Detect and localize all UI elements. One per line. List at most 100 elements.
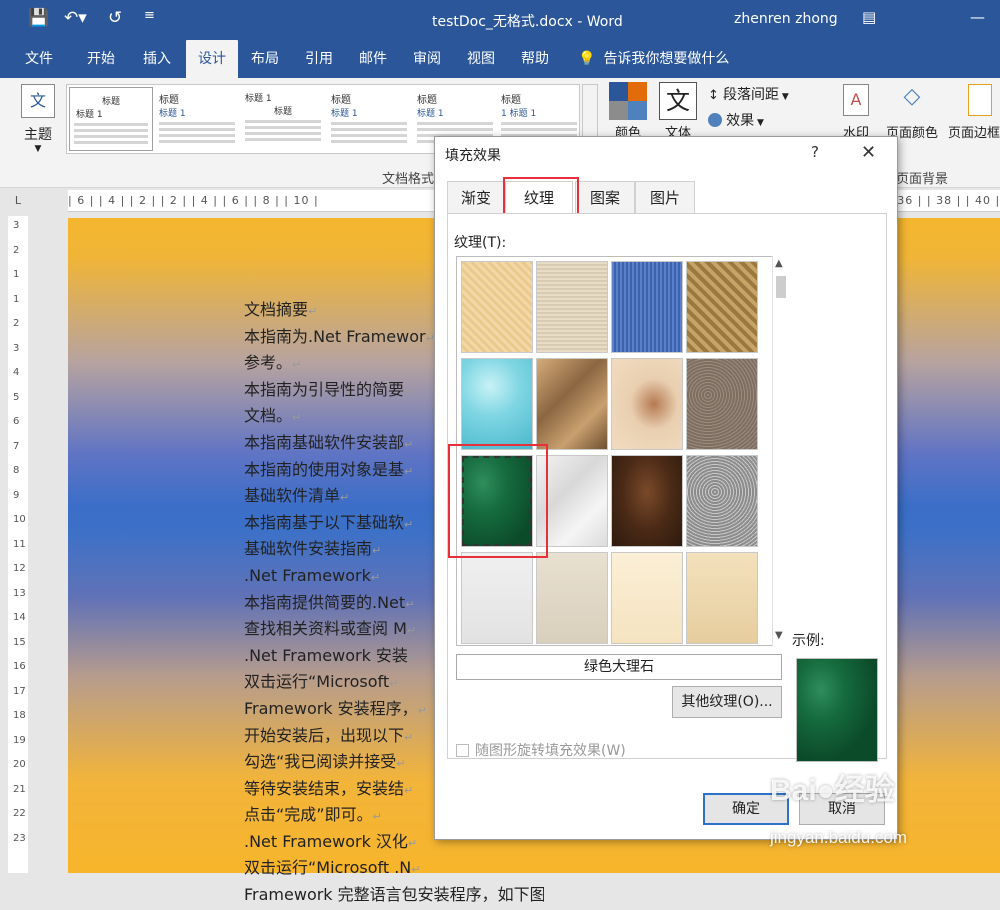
undo-icon[interactable]: ↶▾	[64, 8, 87, 28]
ruler-number: 20	[13, 759, 26, 770]
paragraph-text: 基础软件清单	[244, 486, 341, 506]
tab-texture[interactable]: 纹理	[505, 181, 573, 214]
vertical-ruler[interactable]: 3 2 1 1 2 3 4 5 6 7 8 9 10 11 12 13 14 15 16 17 18 19 20 21 22 23	[8, 216, 28, 873]
texture-newsprint[interactable]	[461, 552, 533, 644]
ruler-number: 4	[13, 367, 20, 378]
watermark-logo: Bai●经验	[770, 774, 895, 807]
user-name[interactable]: zhenren zhong	[734, 11, 838, 27]
ribbon-display-options-icon[interactable]: ▤	[862, 8, 876, 26]
texture-scrollbar[interactable]: ▲ ▼	[772, 256, 788, 646]
effects-button[interactable]: 效果 ▼	[708, 110, 764, 130]
ruler-number: 16	[13, 661, 26, 672]
paragraph-text: 本指南基础软件安装部	[244, 432, 405, 452]
tab-home[interactable]: 开始	[76, 40, 126, 78]
style-thumb[interactable]: 标题 1 标题	[241, 87, 325, 151]
page-border-icon	[968, 84, 992, 116]
tab-insert[interactable]: 插入	[132, 40, 182, 78]
colors-button[interactable]: 颜色	[608, 82, 648, 141]
style-thumb[interactable]: 标题 标题 1	[155, 87, 239, 151]
texture-brown-marble[interactable]	[611, 455, 683, 547]
dialog-title: 填充效果	[445, 148, 501, 164]
tab-mailings[interactable]: 邮件	[350, 40, 396, 78]
ruler-number: 1	[13, 269, 20, 280]
texture-name-field: 绿色大理石	[456, 654, 782, 680]
watermark-button[interactable]: A 水印	[836, 84, 876, 141]
tab-pattern[interactable]: 图案	[575, 181, 635, 213]
effects-icon	[708, 113, 722, 127]
texture-fish-fossil[interactable]	[611, 358, 683, 450]
style-thumb[interactable]: 标题 标题 1	[69, 87, 153, 151]
ruler-number: 7	[13, 440, 20, 452]
theme-label: 主题	[24, 127, 52, 143]
scroll-down-icon[interactable]: ▼	[775, 630, 783, 641]
tab-gradient[interactable]: 渐变	[447, 181, 505, 213]
paragraph-mark: ↵	[370, 570, 381, 584]
tab-file[interactable]: 文件	[16, 40, 62, 78]
save-icon[interactable]: 💾	[28, 8, 49, 28]
ruler-number: 13	[13, 587, 26, 599]
document-paragraph[interactable]: Framework 完整语言包安装程序，如下图：↵	[244, 883, 544, 910]
paragraph-text: Framework 完整语言包安装程序，如下图：	[244, 885, 544, 905]
theme-button[interactable]: 文 主题 ▼	[18, 84, 58, 154]
texture-canvas[interactable]	[536, 261, 608, 353]
texture-woven-mat[interactable]	[686, 261, 758, 353]
ruler-number: 17	[13, 685, 26, 697]
ruler-number: 1	[13, 293, 20, 305]
tab-references[interactable]: 引用	[296, 40, 342, 78]
texture-water-droplets[interactable]	[461, 358, 533, 450]
texture-parchment[interactable]	[611, 552, 683, 644]
paragraph-text: 参考。	[244, 353, 293, 373]
ruler-number: 14	[13, 612, 26, 623]
other-textures-button[interactable]: 其他纹理(O)...	[672, 686, 782, 718]
texture-green-marble[interactable]	[461, 455, 533, 547]
ruler-number: 2	[13, 318, 20, 329]
customize-qat-icon[interactable]: ≡	[144, 8, 155, 23]
page-border-button[interactable]: 页面边框	[948, 84, 1000, 141]
paragraph-text: 本指南为.Net Framewor	[244, 326, 426, 346]
paragraph-mark: ↵	[396, 757, 406, 771]
ruler-number: 3	[13, 342, 20, 354]
minimize-icon[interactable]: —	[970, 8, 985, 26]
style-thumb[interactable]: 标题 标题 1	[327, 87, 411, 151]
ruler-number: 22	[13, 808, 26, 819]
tab-help[interactable]: 帮助	[512, 40, 558, 78]
ruler-number: 9	[13, 489, 20, 501]
paragraph-text: 本指南提供简要的.Net	[244, 592, 406, 612]
paragraph-mark: ↵	[407, 836, 418, 850]
scroll-thumb[interactable]	[776, 276, 786, 298]
texture-grid[interactable]	[456, 256, 786, 646]
rotate-with-shape-checkbox[interactable]: 随图形旋转填充效果(W)	[456, 740, 626, 760]
page-color-button[interactable]: ◇ 页面颜色	[880, 84, 944, 141]
paragraph-spacing-button[interactable]: ↕ 段落间距 ▼	[708, 84, 789, 104]
paragraph-mark: ↵	[404, 517, 414, 531]
tab-selector[interactable]: L	[8, 190, 28, 212]
tab-review[interactable]: 审阅	[404, 40, 450, 78]
tab-picture[interactable]: 图片	[635, 181, 695, 213]
checkbox-icon[interactable]	[456, 744, 469, 757]
paragraph-text: 基础软件安装指南	[244, 539, 373, 559]
texture-denim[interactable]	[611, 261, 683, 353]
texture-granite[interactable]	[686, 455, 758, 547]
scroll-up-icon[interactable]: ▲	[775, 258, 783, 269]
document-paragraph[interactable]: 双击运行“Microsoft .N↵	[244, 856, 544, 883]
tell-me-box[interactable]: 💡 告诉我你想要做什么	[578, 40, 729, 78]
tab-design[interactable]: 设计	[186, 40, 238, 78]
texture-white-marble[interactable]	[536, 455, 608, 547]
theme-icon: 文	[21, 84, 55, 118]
ruler-number: 23	[13, 832, 26, 844]
texture-stationery[interactable]	[686, 552, 758, 644]
ruler-number: 3	[13, 220, 20, 231]
texture-paper-bag[interactable]	[536, 358, 608, 450]
texture-recycled-paper[interactable]	[536, 552, 608, 644]
redo-icon[interactable]: ↺	[108, 8, 122, 28]
paint-bucket-icon: ◇	[903, 84, 921, 109]
texture-papyrus[interactable]	[461, 261, 533, 353]
close-icon[interactable]: ✕	[861, 142, 876, 163]
texture-sand[interactable]	[686, 358, 758, 450]
tab-view[interactable]: 视图	[458, 40, 504, 78]
fill-effects-dialog: 填充效果 ? ✕ 渐变 纹理 图案 图片 纹理(T): ▲ ▼ 绿色大理石 其他…	[434, 136, 898, 840]
ruler-number: 2	[13, 244, 20, 256]
tab-layout[interactable]: 布局	[242, 40, 288, 78]
fonts-button[interactable]: 文 文体	[658, 82, 698, 141]
help-icon[interactable]: ?	[811, 143, 819, 161]
